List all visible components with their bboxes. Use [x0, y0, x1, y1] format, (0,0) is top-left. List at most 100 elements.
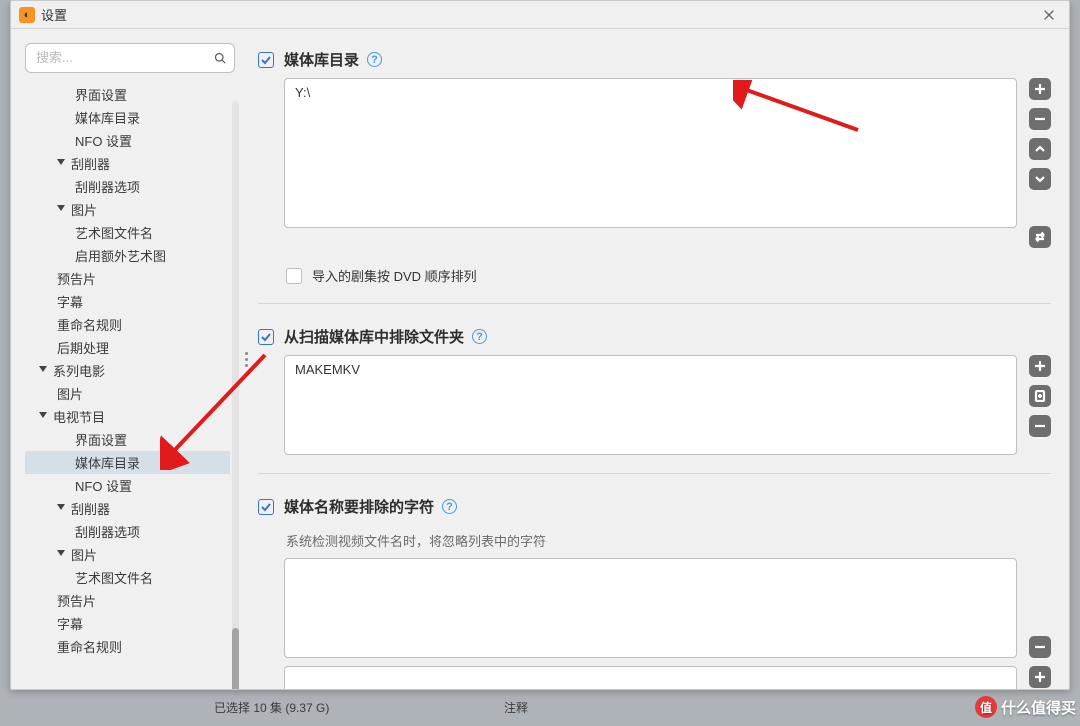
- sidebar-item[interactable]: 媒体库目录: [25, 106, 230, 129]
- dvd-order-checkbox[interactable]: [286, 268, 302, 284]
- sidebar-item[interactable]: 系列电影: [25, 359, 230, 382]
- list-item[interactable]: Y:\: [295, 85, 1006, 100]
- sidebar-item[interactable]: 刮削器: [25, 152, 230, 175]
- sidebar-item-label: 预告片: [57, 269, 96, 288]
- media-dirs-list[interactable]: Y:\: [284, 78, 1017, 228]
- sidebar-item[interactable]: 后期处理: [25, 336, 230, 359]
- watermark-logo: 值: [975, 696, 997, 718]
- chevron-up-icon: [1034, 143, 1046, 155]
- sidebar-item[interactable]: 启用额外艺术图: [25, 244, 230, 267]
- sidebar-item[interactable]: 刮削器选项: [25, 520, 230, 543]
- sidebar-item[interactable]: 图片: [25, 543, 230, 566]
- sidebar-item[interactable]: 媒体库目录: [25, 451, 230, 474]
- chevron-down-icon: [39, 366, 47, 372]
- close-button[interactable]: [1037, 3, 1061, 27]
- sidebar-item[interactable]: 预告片: [25, 267, 230, 290]
- scrollbar-thumb[interactable]: [232, 628, 239, 689]
- nav-tree[interactable]: 界面设置媒体库目录NFO 设置刮削器刮削器选项图片艺术图文件名启用额外艺术图预告…: [25, 83, 241, 689]
- exclude-chars-buttons: [1029, 558, 1051, 658]
- divider: [258, 303, 1051, 304]
- sidebar-item[interactable]: 字幕: [25, 612, 230, 635]
- sidebar-item-label: 系列电影: [53, 361, 105, 380]
- section-title: 媒体库目录: [284, 49, 359, 70]
- sidebar-item[interactable]: 电视节目: [25, 405, 230, 428]
- move-down-button[interactable]: [1029, 168, 1051, 190]
- minus-icon: [1034, 420, 1046, 432]
- help-icon[interactable]: ?: [442, 499, 457, 514]
- watermark-text: 什么值得买: [1001, 697, 1076, 718]
- exclude-chars-list[interactable]: [284, 558, 1017, 658]
- section-exclude-folders-header: 从扫描媒体库中排除文件夹 ?: [258, 326, 1051, 347]
- remove-dir-button[interactable]: [1029, 108, 1051, 130]
- help-icon[interactable]: ?: [367, 52, 382, 67]
- sidebar-item[interactable]: 重命名规则: [25, 635, 230, 658]
- sidebar-item[interactable]: 艺术图文件名: [25, 566, 230, 589]
- chevron-down-icon: [57, 504, 65, 510]
- add-char-button[interactable]: [1029, 666, 1051, 688]
- check-icon: [260, 54, 272, 66]
- sidebar-item[interactable]: NFO 设置: [25, 474, 230, 497]
- sidebar-item[interactable]: 重命名规则: [25, 313, 230, 336]
- scrollbar-track[interactable]: [232, 101, 239, 679]
- sidebar-item-label: 刮削器选项: [75, 177, 140, 196]
- app-icon: ◐: [19, 7, 35, 23]
- remove-char-button[interactable]: [1029, 636, 1051, 658]
- splitter[interactable]: [241, 29, 252, 689]
- import-exclude-button[interactable]: [1029, 385, 1051, 407]
- add-char-input[interactable]: [284, 666, 1017, 689]
- swap-button[interactable]: [1029, 226, 1051, 248]
- section-title: 从扫描媒体库中排除文件夹: [284, 326, 464, 347]
- exclude-folders-list[interactable]: MAKEMKV: [284, 355, 1017, 455]
- close-icon: [1042, 8, 1056, 22]
- collapse-toggle[interactable]: [258, 329, 274, 345]
- plus-icon: [1034, 83, 1046, 95]
- sidebar-item[interactable]: 图片: [25, 198, 230, 221]
- section-exclude-chars-header: 媒体名称要排除的字符 ?: [258, 496, 1051, 517]
- swap-icon: [1034, 231, 1046, 243]
- exclude-chars-row: [258, 558, 1051, 658]
- sidebar-item-label: 启用额外艺术图: [75, 246, 166, 265]
- remove-exclude-button[interactable]: [1029, 415, 1051, 437]
- sidebar-item[interactable]: 界面设置: [25, 428, 230, 451]
- watermark: 值 什么值得买: [975, 696, 1076, 718]
- status-notes: 注释: [504, 699, 528, 716]
- search-field[interactable]: [25, 43, 235, 73]
- chevron-down-icon: [57, 205, 65, 211]
- collapse-toggle[interactable]: [258, 52, 274, 68]
- chevron-down-icon: [1034, 173, 1046, 185]
- sidebar-item[interactable]: 刮削器选项: [25, 175, 230, 198]
- move-up-button[interactable]: [1029, 138, 1051, 160]
- minus-icon: [1034, 641, 1046, 653]
- sidebar-item[interactable]: 界面设置: [25, 83, 230, 106]
- media-dirs-buttons: [1029, 78, 1051, 248]
- chevron-down-icon: [57, 159, 65, 165]
- sidebar-item-label: 刮削器: [71, 499, 110, 518]
- sidebar-item[interactable]: 艺术图文件名: [25, 221, 230, 244]
- sidebar-item-label: 字幕: [57, 292, 83, 311]
- add-dir-button[interactable]: [1029, 78, 1051, 100]
- help-icon[interactable]: ?: [472, 329, 487, 344]
- sidebar-item-label: 电视节目: [53, 407, 105, 426]
- sidebar-item[interactable]: 预告片: [25, 589, 230, 612]
- sidebar-item-label: 图片: [57, 384, 83, 403]
- chevron-down-icon: [39, 412, 47, 418]
- sidebar-item[interactable]: NFO 设置: [25, 129, 230, 152]
- plus-icon: [1034, 671, 1046, 683]
- add-char-row: [258, 666, 1051, 689]
- minus-icon: [1034, 113, 1046, 125]
- collapse-toggle[interactable]: [258, 499, 274, 515]
- sidebar-item-label: 重命名规则: [57, 315, 122, 334]
- section-media-dirs-header: 媒体库目录 ?: [258, 49, 1051, 70]
- add-char-buttons: [1029, 666, 1051, 688]
- sidebar-item-label: NFO 设置: [75, 476, 132, 495]
- add-exclude-button[interactable]: [1029, 355, 1051, 377]
- sidebar-item[interactable]: 刮削器: [25, 497, 230, 520]
- titlebar: ◐ 设置: [11, 1, 1069, 29]
- search-input[interactable]: [34, 49, 214, 66]
- sidebar-item[interactable]: 字幕: [25, 290, 230, 313]
- sidebar-item[interactable]: 图片: [25, 382, 230, 405]
- dvd-order-label: 导入的剧集按 DVD 顺序排列: [312, 266, 477, 285]
- list-item[interactable]: MAKEMKV: [295, 362, 1006, 377]
- sidebar-item-label: 图片: [71, 545, 97, 564]
- sidebar-item-label: 重命名规则: [57, 637, 122, 656]
